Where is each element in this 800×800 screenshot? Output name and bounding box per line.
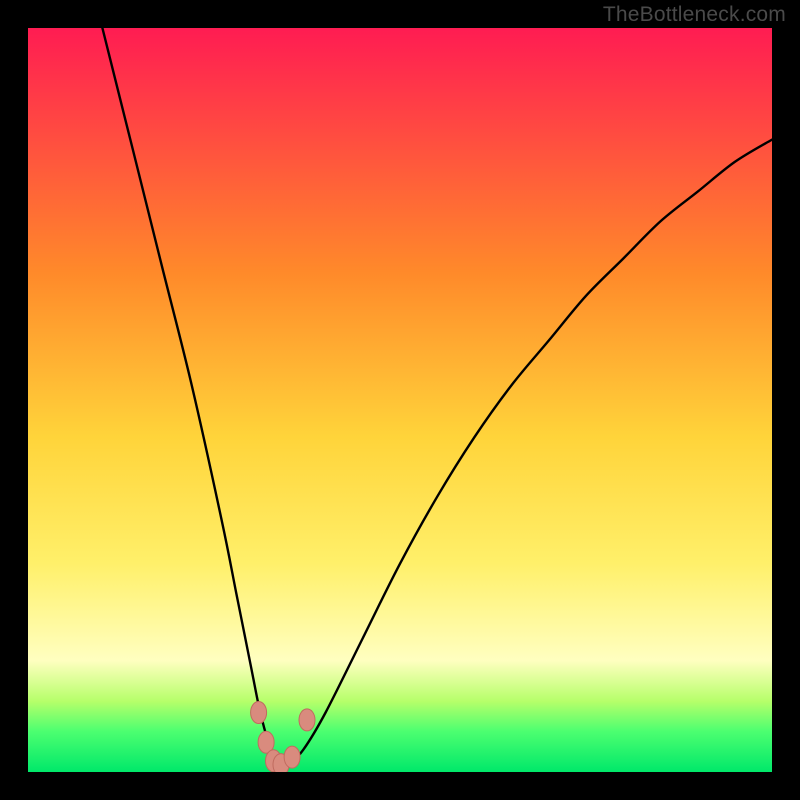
curve-marker	[299, 709, 315, 731]
bottleneck-curve	[102, 28, 772, 766]
watermark-text: TheBottleneck.com	[603, 3, 786, 27]
curve-layer	[28, 28, 772, 772]
curve-marker	[284, 746, 300, 768]
curve-marker	[251, 702, 267, 724]
chart-frame: TheBottleneck.com	[0, 0, 800, 800]
plot-area	[28, 28, 772, 772]
curve-markers	[251, 702, 315, 773]
